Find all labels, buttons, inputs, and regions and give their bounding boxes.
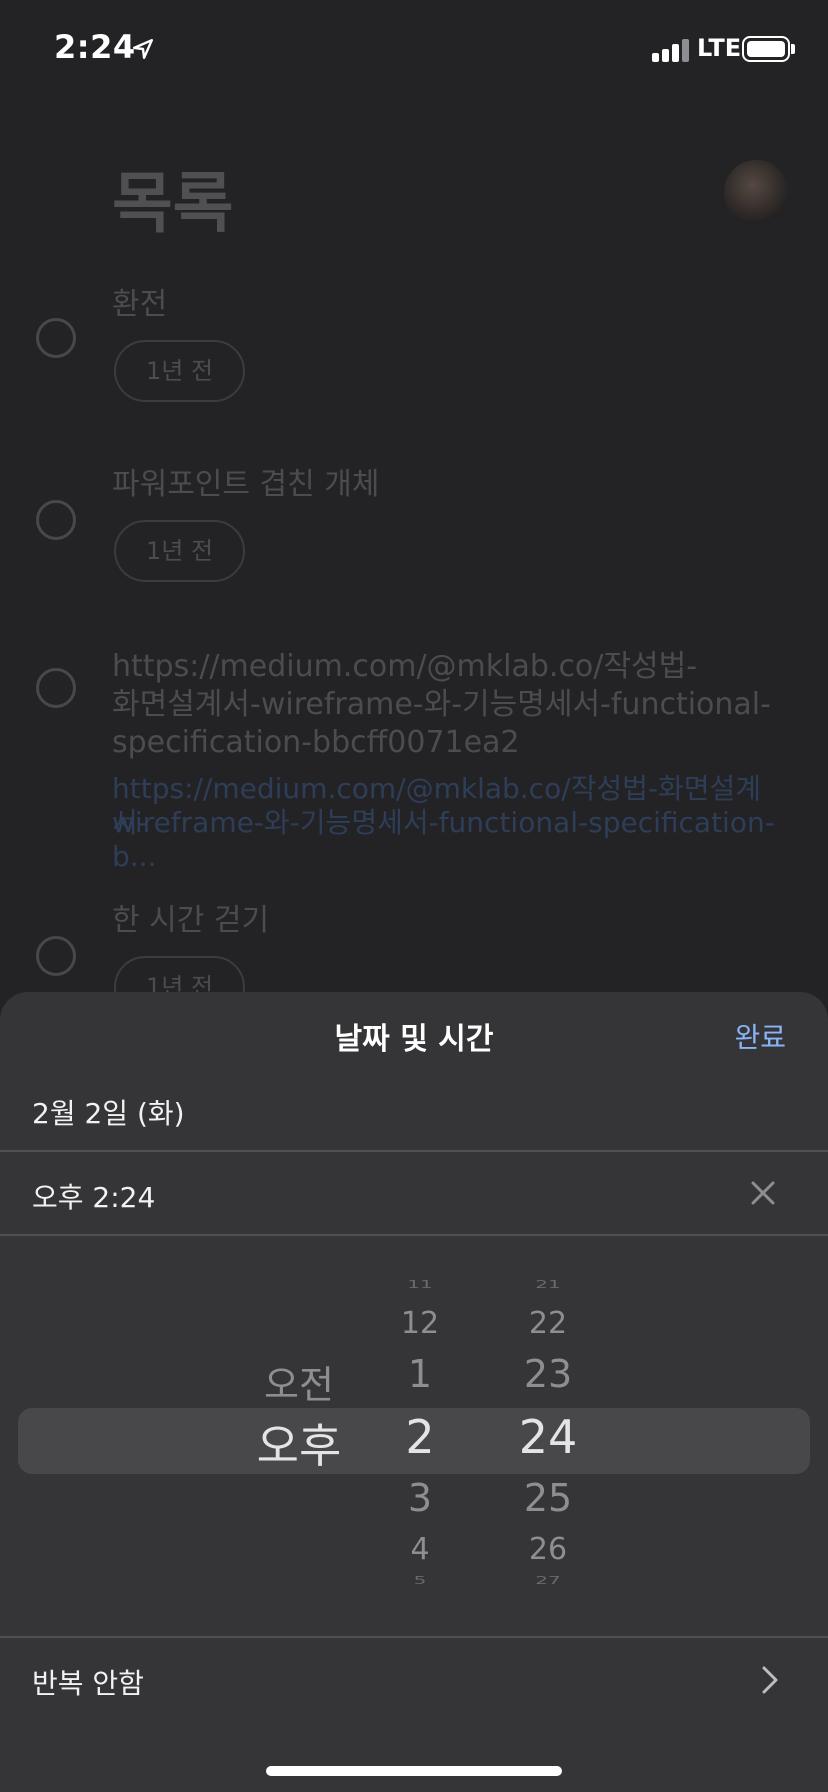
picker-hour-option[interactable]: 12: [370, 1306, 470, 1341]
clear-icon[interactable]: [748, 1178, 778, 1208]
sheet-title: 날짜 및 시간: [334, 1022, 494, 1057]
picker-minute-option[interactable]: 22: [498, 1306, 598, 1341]
repeat-label: 반복 안함: [32, 1667, 144, 1700]
item-title[interactable]: 환전: [112, 286, 167, 324]
picker-hour-option[interactable]: 3: [370, 1476, 470, 1520]
item-title[interactable]: 한 시간 걷기: [112, 902, 269, 940]
picker-minute-option[interactable]: 25: [498, 1476, 598, 1520]
picker-hour-option[interactable]: 1: [370, 1352, 470, 1396]
avatar[interactable]: [724, 160, 788, 224]
picker-hour-option[interactable]: 5: [370, 1573, 470, 1586]
done-button[interactable]: 완료: [734, 1016, 786, 1056]
time-row[interactable]: 오후 2:24: [0, 1152, 828, 1236]
time-picker[interactable]: 오전 오후 11 12 1 2 3 4 5 21 22 23 24 25 26 …: [0, 1244, 828, 1634]
picker-hour-option[interactable]: 4: [370, 1532, 470, 1567]
item-title-line[interactable]: 화면설계서-wireframe-와-기능명세서-functional-: [112, 686, 771, 724]
item-title[interactable]: 파워포인트 겹친 개체: [112, 466, 379, 504]
repeat-row[interactable]: 반복 안함: [0, 1636, 828, 1720]
date-row[interactable]: 2월 2일 (화): [0, 1068, 828, 1152]
picker-minute-option[interactable]: 27: [498, 1573, 598, 1586]
picker-hour-selected[interactable]: 2: [370, 1410, 470, 1464]
item-date-chip[interactable]: 1년 전: [114, 340, 246, 402]
item-checkbox[interactable]: [36, 668, 76, 708]
item-link-line[interactable]: wireframe-와-기능명세서-functional-specificati…: [112, 806, 792, 874]
item-title-line[interactable]: specification-bbcff0071ea2: [112, 724, 520, 762]
reminder-list: 목록 환전 1년 전 파워포인트 겹친 개체 1년 전 https://medi…: [0, 0, 828, 1018]
page-title: 목록: [112, 165, 234, 242]
item-checkbox[interactable]: [36, 936, 76, 976]
time-value: 오후 2:24: [32, 1181, 156, 1214]
picker-minute-option[interactable]: 26: [498, 1532, 598, 1567]
chevron-right-icon: [762, 1666, 778, 1694]
picker-period-option[interactable]: 오전: [224, 1354, 374, 1409]
item-title-line[interactable]: https://medium.com/@mklab.co/작성법-: [112, 648, 697, 686]
picker-period-selected[interactable]: 오후: [224, 1410, 374, 1476]
picker-minute-selected[interactable]: 24: [498, 1410, 598, 1464]
date-time-sheet: 날짜 및 시간 완료 2월 2일 (화) 오후 2:24 오전 오후 11 12…: [0, 992, 828, 1792]
picker-minute-option[interactable]: 23: [498, 1352, 598, 1396]
item-checkbox[interactable]: [36, 500, 76, 540]
item-date-chip[interactable]: 1년 전: [114, 520, 246, 582]
home-indicator[interactable]: [266, 1766, 562, 1776]
screen: 2:24 LTE 목록 환전 1년 전 파워포인트 겹친 개체 1년 전 htt…: [0, 0, 828, 1792]
item-checkbox[interactable]: [36, 318, 76, 358]
date-value: 2월 2일 (화): [32, 1097, 185, 1130]
picker-hour-option[interactable]: 11: [370, 1277, 470, 1290]
picker-minute-option[interactable]: 21: [498, 1277, 598, 1290]
